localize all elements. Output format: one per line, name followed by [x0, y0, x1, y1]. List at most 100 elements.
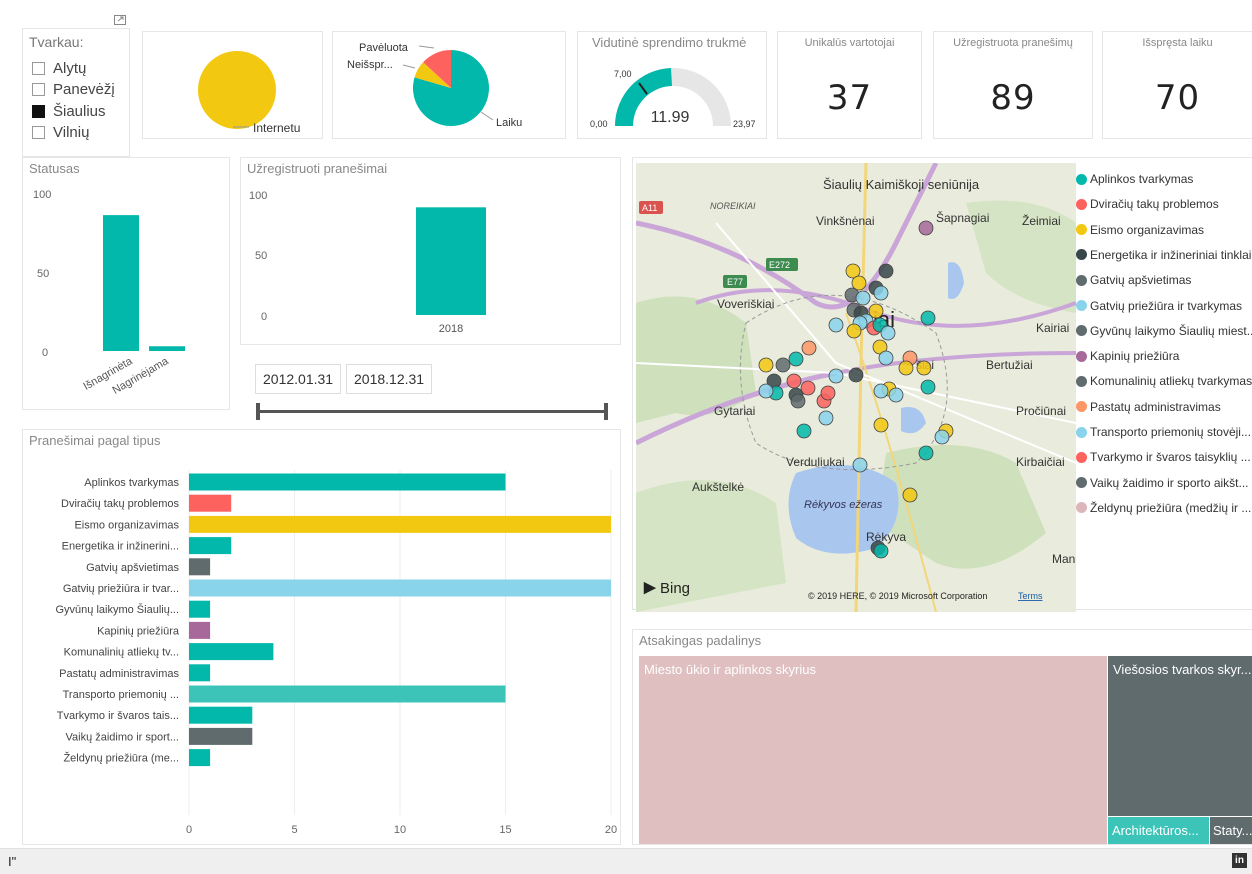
- type-bar[interactable]: [189, 643, 274, 661]
- map-point[interactable]: [888, 387, 904, 403]
- map-legend-item[interactable]: Vaikų žaidimo ir sporto aikšt...: [1076, 476, 1249, 490]
- types-chart: Pranešimai pagal tipus Aplinkos tvarkyma…: [22, 429, 621, 845]
- map-legend-item[interactable]: Gyvūnų laikymo Šiaulių miest...: [1076, 324, 1252, 338]
- kpi-card-registered: Užregistruota pranešimų 89: [933, 31, 1093, 139]
- slicer-item-vilniu[interactable]: Vilnių: [32, 124, 89, 141]
- map-point[interactable]: [916, 360, 932, 376]
- type-bar[interactable]: [189, 727, 253, 745]
- map-point[interactable]: [918, 220, 934, 236]
- checkbox-checked[interactable]: [32, 105, 45, 118]
- checkbox[interactable]: [32, 126, 45, 139]
- map-point[interactable]: [796, 423, 812, 439]
- checkbox[interactable]: [32, 62, 45, 75]
- map-legend-item[interactable]: Gatvių apšvietimas: [1076, 273, 1191, 287]
- map-legend-item[interactable]: Komunalinių atliekų tvarkymas: [1076, 374, 1252, 388]
- x-tick-label: 20: [605, 824, 617, 836]
- type-bar[interactable]: [189, 749, 211, 767]
- map-legend-item[interactable]: Želdynų priežiūra (medžių ir ...: [1076, 501, 1251, 515]
- map-legend-item[interactable]: Transporto priemonių stovėji...: [1076, 425, 1251, 439]
- map-place-label: Pročiūnai: [1016, 404, 1066, 418]
- map-point[interactable]: [788, 351, 804, 367]
- y-category-label: Transporto priemonių ...: [63, 689, 179, 701]
- map-canvas[interactable]: A11 E77 E272 Šiaulių Kaimiškoji seniūnij…: [636, 163, 1076, 612]
- map-legend-item[interactable]: Aplinkos tvarkymas: [1076, 172, 1193, 186]
- map-point[interactable]: [920, 379, 936, 395]
- date-range-handle-start[interactable]: [256, 403, 260, 420]
- map-point[interactable]: [852, 457, 868, 473]
- status-bar[interactable]: [149, 346, 185, 351]
- map-point[interactable]: [873, 383, 889, 399]
- map-point[interactable]: [775, 357, 791, 373]
- type-bar[interactable]: [189, 558, 211, 576]
- map-point[interactable]: [848, 367, 864, 383]
- map-point[interactable]: [758, 383, 774, 399]
- legend-label: Želdynų priežiūra (medžių ir ...: [1090, 500, 1252, 515]
- map-point[interactable]: [800, 380, 816, 396]
- map-point[interactable]: [846, 323, 862, 339]
- type-bar[interactable]: [189, 537, 232, 555]
- treemap-tile-viesosios-tvarkos[interactable]: Viešosios tvarkos skyr...: [1108, 656, 1252, 816]
- treemap-tile-statybos[interactable]: Staty...: [1210, 817, 1252, 844]
- map-legend-item[interactable]: Dviračių takų problemos: [1076, 197, 1219, 211]
- focus-mode-icon[interactable]: [114, 12, 126, 25]
- map-point[interactable]: [873, 417, 889, 433]
- slicer-item-panevezi[interactable]: Panevėžį: [32, 81, 115, 98]
- map-point[interactable]: [880, 325, 896, 341]
- map-point[interactable]: [790, 393, 806, 409]
- map-point[interactable]: [851, 275, 867, 291]
- map-point[interactable]: [902, 487, 918, 503]
- slicer-item-siaulius[interactable]: Šiaulius: [32, 103, 106, 120]
- map-point[interactable]: [758, 357, 774, 373]
- date-end-input[interactable]: 2018.12.31: [346, 364, 433, 394]
- map-terms-link[interactable]: Terms: [1018, 591, 1043, 601]
- registered-bar[interactable]: [416, 207, 486, 315]
- type-bar[interactable]: [189, 579, 611, 597]
- slicer-item-alytu[interactable]: Alytų: [32, 60, 86, 77]
- type-bar[interactable]: [189, 600, 211, 618]
- legend-label: Dviračių takų problemos: [1090, 197, 1219, 212]
- map-point[interactable]: [934, 429, 950, 445]
- map-point[interactable]: [898, 360, 914, 376]
- date-start-input[interactable]: 2012.01.31: [255, 364, 342, 394]
- map-legend-item[interactable]: Tvarkymo ir švaros taisyklių ...: [1076, 450, 1251, 464]
- map-point[interactable]: [828, 368, 844, 384]
- map-legend-item[interactable]: Energetika ir inžineriniai tinklai: [1076, 248, 1251, 262]
- map-point[interactable]: [786, 373, 802, 389]
- date-range-handle-end[interactable]: [604, 403, 608, 420]
- kpi-value: 89: [990, 78, 1036, 118]
- type-bar[interactable]: [189, 706, 253, 724]
- treemap-tile-architekturos[interactable]: Architektūros...: [1108, 817, 1209, 844]
- legend-dot-icon: [1076, 451, 1087, 463]
- map-point[interactable]: [855, 290, 871, 306]
- map-point[interactable]: [918, 445, 934, 461]
- treemap-tile-miesto-ukio[interactable]: Miesto ūkio ir aplinkos skyrius: [639, 656, 1107, 844]
- map-point[interactable]: [873, 543, 889, 559]
- type-bar[interactable]: [189, 494, 232, 512]
- type-bar[interactable]: [189, 515, 611, 533]
- map-point[interactable]: [920, 310, 936, 326]
- type-bar[interactable]: [189, 473, 506, 491]
- y-category-label: Komunalinių atliekų tv...: [64, 647, 179, 659]
- slicer-title: Tvarkau:: [29, 34, 84, 50]
- legend-label: Transporto priemonių stovėji...: [1090, 425, 1251, 439]
- type-bar[interactable]: [189, 664, 211, 682]
- status-bar[interactable]: [103, 215, 139, 351]
- map-point[interactable]: [801, 340, 817, 356]
- checkbox[interactable]: [32, 83, 45, 96]
- map-point[interactable]: [878, 350, 894, 366]
- map-point[interactable]: [818, 410, 834, 426]
- map-legend-item[interactable]: Gatvių priežiūra ir tvarkymas: [1076, 299, 1242, 313]
- map-legend-item[interactable]: Pastatų administravimas: [1076, 400, 1221, 414]
- y-tick-label: 100: [249, 190, 267, 202]
- pie-slice-internetu[interactable]: [198, 51, 276, 129]
- type-bar[interactable]: [189, 621, 211, 639]
- linkedin-icon[interactable]: in: [1232, 853, 1247, 868]
- map-place-label: Kairiai: [1036, 321, 1069, 335]
- type-bar[interactable]: [189, 685, 506, 703]
- map-point[interactable]: [873, 285, 889, 301]
- map-point[interactable]: [878, 263, 894, 279]
- map-point[interactable]: [820, 385, 836, 401]
- map-legend-item[interactable]: Eismo organizavimas: [1076, 223, 1204, 237]
- map-legend-item[interactable]: Kapinių priežiūra: [1076, 349, 1179, 363]
- map-point[interactable]: [828, 317, 844, 333]
